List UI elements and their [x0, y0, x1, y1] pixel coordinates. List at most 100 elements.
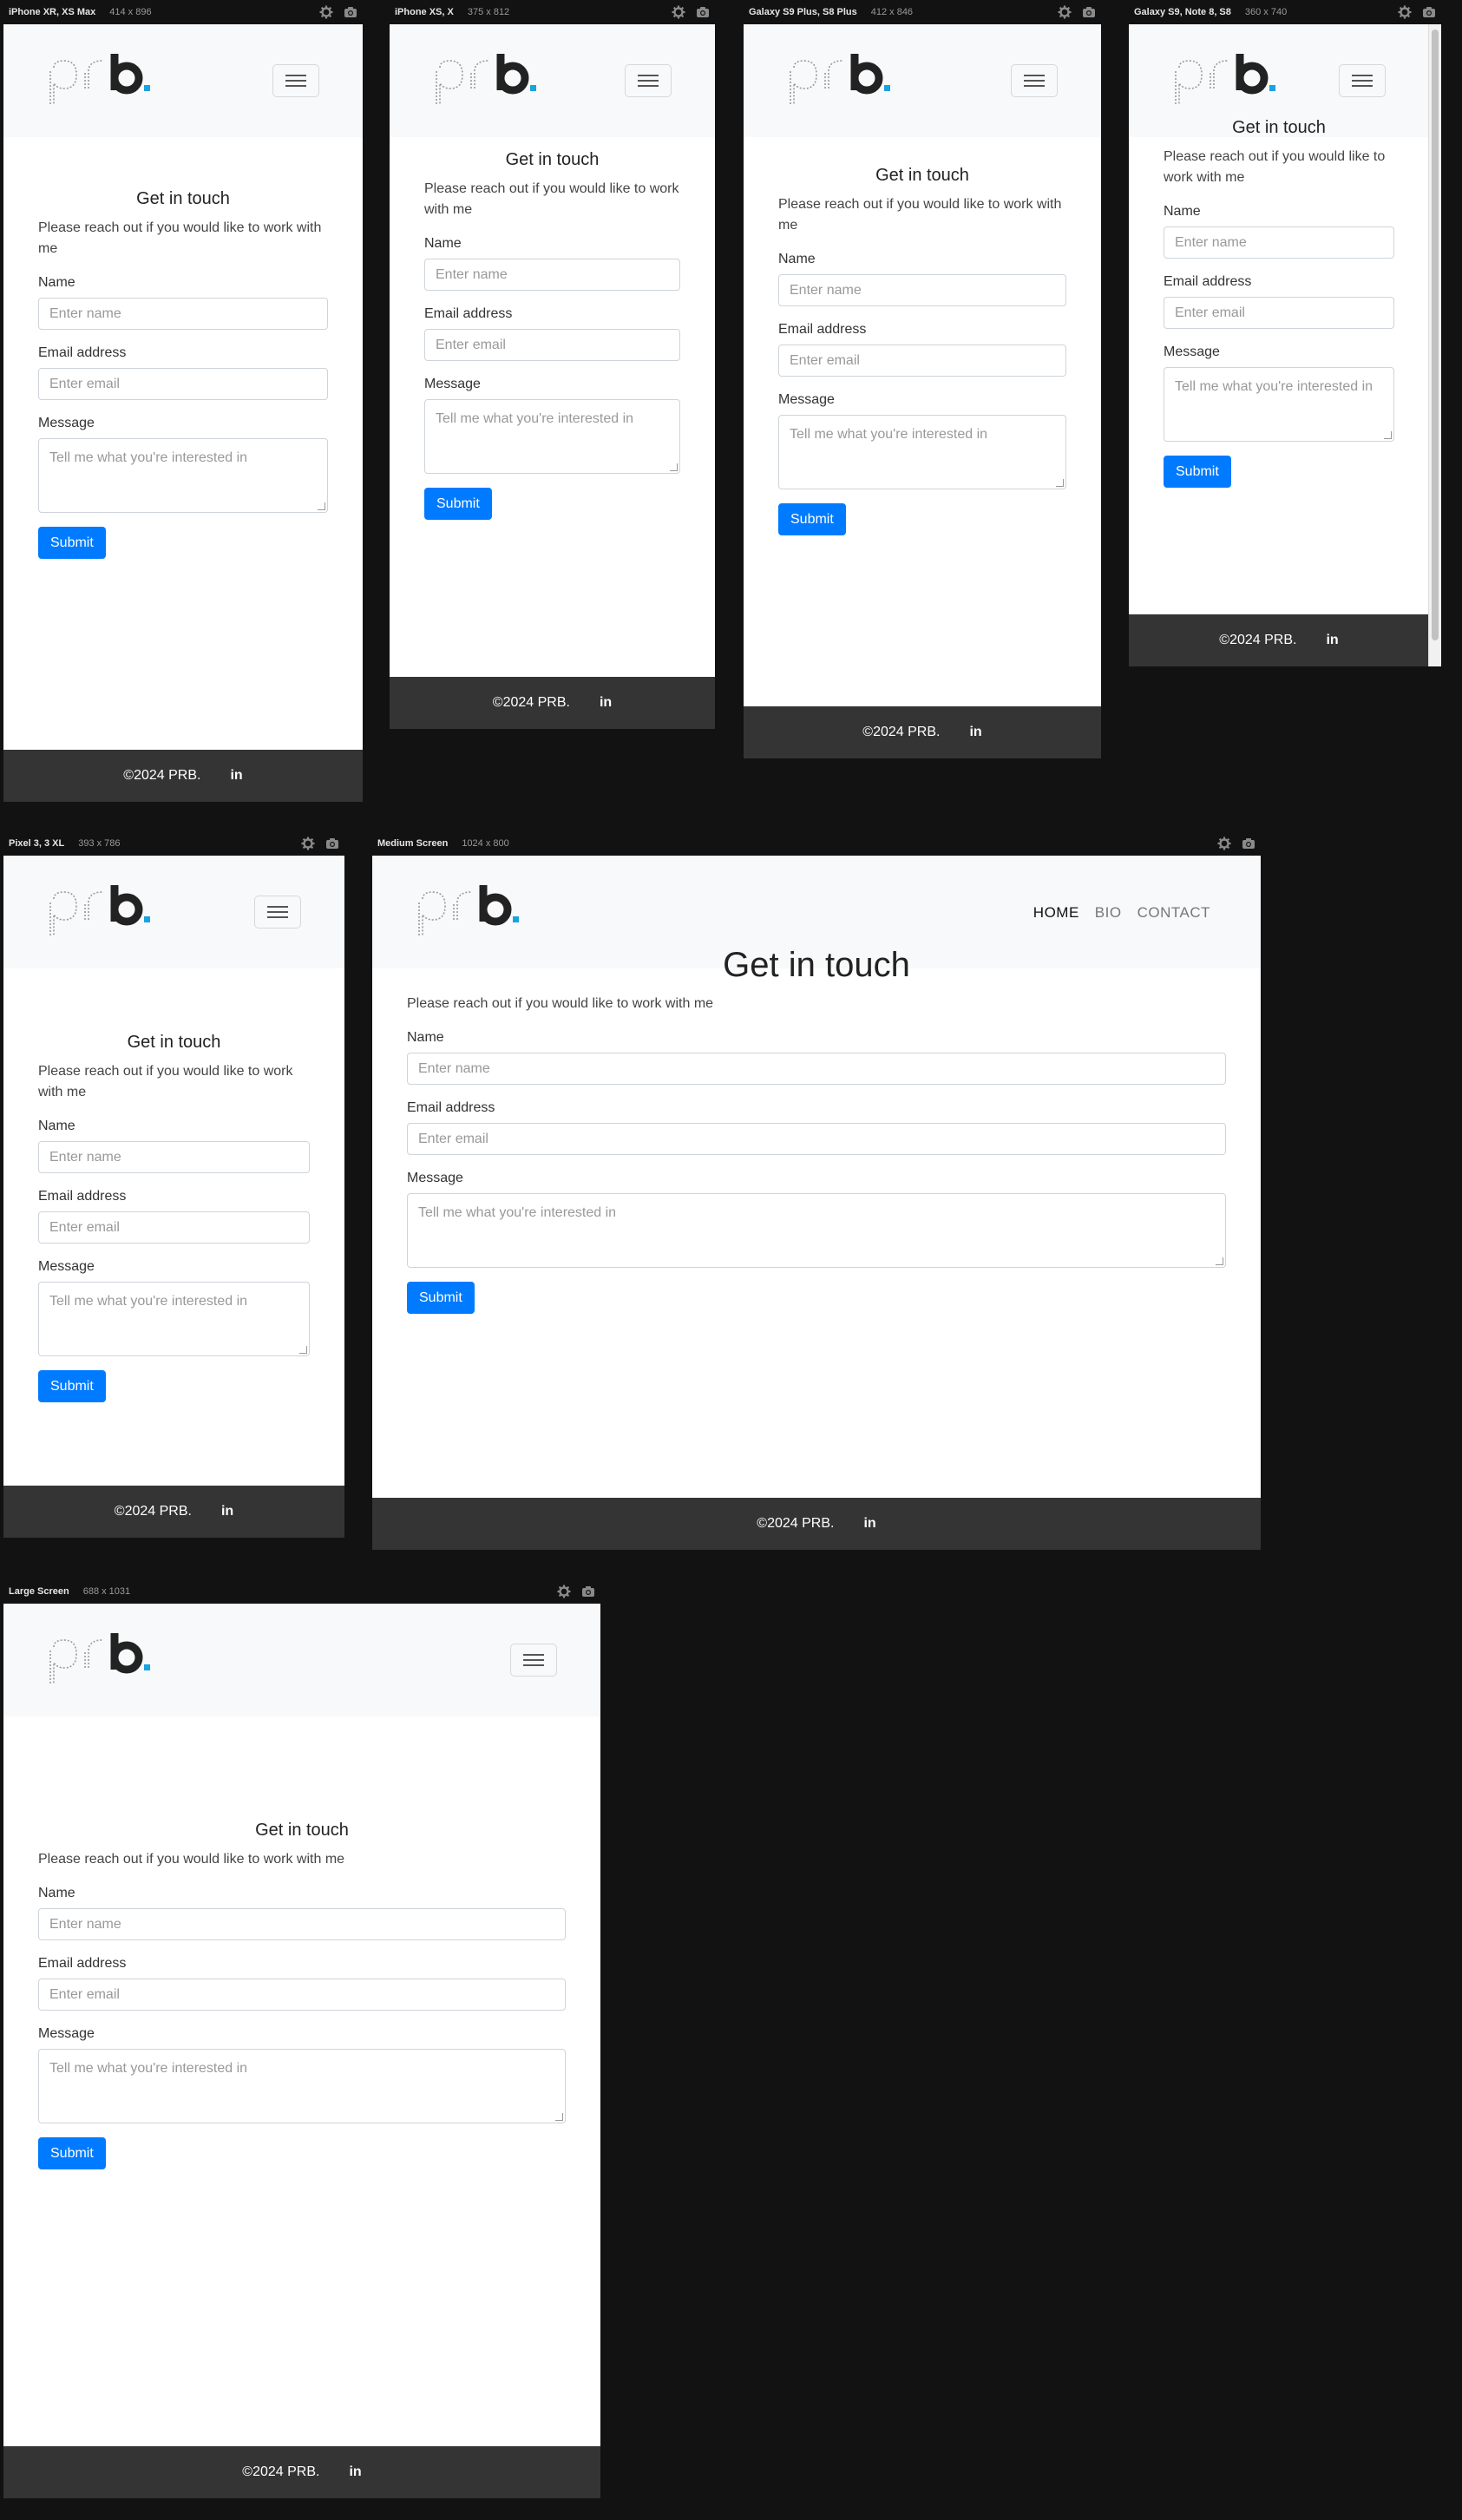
email-input[interactable]: Enter email: [407, 1123, 1226, 1155]
resize-handle[interactable]: [299, 1346, 307, 1354]
gear-icon[interactable]: [1058, 5, 1072, 19]
hamburger-icon[interactable]: [625, 64, 672, 97]
email-input[interactable]: Enter email: [38, 1211, 310, 1244]
name-input[interactable]: Enter name: [38, 1141, 310, 1173]
scrollbar[interactable]: [1428, 24, 1441, 666]
hamburger-icon[interactable]: [1011, 64, 1058, 97]
page-subtitle: Please reach out if you would like to wo…: [778, 197, 1062, 233]
camera-icon[interactable]: [1082, 5, 1096, 19]
resize-handle[interactable]: [318, 502, 325, 510]
gear-icon[interactable]: [557, 1585, 571, 1598]
gear-icon[interactable]: [319, 5, 333, 19]
email-input[interactable]: Enter email: [38, 368, 328, 400]
scrollbar-thumb[interactable]: [1432, 30, 1439, 640]
message-textarea[interactable]: Tell me what you're interested in: [407, 1193, 1226, 1268]
name-label: Name: [38, 275, 75, 290]
footer: ©2024 PRB. in: [3, 2446, 600, 2498]
resize-handle[interactable]: [1216, 1257, 1223, 1265]
navbar: [3, 856, 344, 968]
copyright-text: ©2024 PRB.: [1219, 633, 1297, 647]
device-frame: iPhone XS, X 375 x 812 Get in touch Please …: [390, 0, 715, 729]
linkedin-icon[interactable]: in: [349, 2464, 361, 2480]
message-textarea[interactable]: Tell me what you're interested in: [38, 1282, 310, 1356]
email-input[interactable]: Enter email: [1164, 297, 1394, 329]
linkedin-icon[interactable]: in: [863, 1516, 875, 1532]
copyright-text: ©2024 PRB.: [862, 725, 941, 739]
name-input[interactable]: Enter name: [38, 1908, 566, 1940]
submit-button[interactable]: Submit: [424, 488, 492, 520]
message-placeholder: Tell me what you're interested in: [49, 1294, 248, 1309]
email-input[interactable]: Enter email: [778, 345, 1066, 377]
message-label: Message: [38, 416, 95, 430]
email-label: Email address: [1164, 274, 1252, 289]
message-textarea[interactable]: Tell me what you're interested in: [38, 438, 328, 513]
camera-icon[interactable]: [1422, 5, 1436, 19]
linkedin-icon[interactable]: in: [1326, 633, 1338, 648]
device-header: iPhone XR, XS Max 414 x 896: [3, 0, 363, 24]
message-placeholder: Tell me what you're interested in: [49, 450, 248, 465]
device-frame: Galaxy S9 Plus, S8 Plus 412 x 846 Get in t…: [744, 0, 1101, 758]
name-input[interactable]: Enter name: [38, 298, 328, 330]
nav-home[interactable]: HOME: [1033, 904, 1079, 922]
message-textarea[interactable]: Tell me what you're interested in: [778, 415, 1066, 489]
device-name: Galaxy S9, Note 8, S8: [1134, 7, 1231, 17]
message-textarea[interactable]: Tell me what you're interested in: [1164, 367, 1394, 442]
footer: ©2024 PRB. in: [744, 706, 1101, 758]
linkedin-icon[interactable]: in: [600, 695, 612, 711]
camera-icon[interactable]: [1242, 837, 1255, 850]
camera-icon[interactable]: [344, 5, 357, 19]
resize-handle[interactable]: [1056, 479, 1064, 487]
email-input[interactable]: Enter email: [38, 1979, 566, 2011]
linkedin-icon[interactable]: in: [969, 725, 981, 740]
submit-button[interactable]: Submit: [407, 1282, 475, 1314]
submit-button[interactable]: Submit: [38, 527, 106, 559]
device-header: Galaxy S9 Plus, S8 Plus 412 x 846: [744, 0, 1101, 24]
message-label: Message: [778, 392, 835, 407]
email-label: Email address: [38, 1956, 127, 1971]
footer: ©2024 PRB. in: [372, 1498, 1261, 1550]
hamburger-icon[interactable]: [510, 1644, 557, 1677]
camera-icon[interactable]: [696, 5, 710, 19]
nav-contact[interactable]: CONTACT: [1137, 904, 1210, 922]
contact-form: Get in touch Please reach out if you woul…: [778, 166, 1066, 535]
message-textarea[interactable]: Tell me what you're interested in: [38, 2049, 566, 2123]
gear-icon[interactable]: [1398, 5, 1412, 19]
gear-icon[interactable]: [301, 837, 315, 850]
submit-button[interactable]: Submit: [1164, 456, 1231, 488]
camera-icon[interactable]: [581, 1585, 595, 1598]
resize-handle[interactable]: [1384, 431, 1392, 439]
logo: [49, 1633, 150, 1685]
camera-icon[interactable]: [325, 837, 339, 850]
resize-handle[interactable]: [555, 2113, 563, 2121]
name-input[interactable]: Enter name: [778, 274, 1066, 306]
page-subtitle: Please reach out if you would like to wo…: [38, 220, 322, 256]
gear-icon[interactable]: [1217, 837, 1231, 850]
message-textarea[interactable]: Tell me what you're interested in: [424, 399, 680, 474]
name-input[interactable]: Enter name: [424, 259, 680, 291]
submit-button[interactable]: Submit: [38, 1370, 106, 1402]
message-label: Message: [38, 1259, 95, 1274]
logo: [418, 885, 519, 937]
email-input[interactable]: Enter email: [424, 329, 680, 361]
hamburger-icon[interactable]: [272, 64, 319, 97]
name-input[interactable]: Enter name: [407, 1053, 1226, 1085]
name-label: Name: [424, 236, 462, 251]
linkedin-icon[interactable]: in: [221, 1504, 233, 1519]
linkedin-icon[interactable]: in: [230, 768, 242, 784]
submit-button[interactable]: Submit: [38, 2137, 106, 2169]
submit-button[interactable]: Submit: [778, 503, 846, 535]
name-input[interactable]: Enter name: [1164, 226, 1394, 259]
gear-icon[interactable]: [672, 5, 685, 19]
page-subtitle: Please reach out if you would like to wo…: [407, 996, 714, 1011]
hamburger-icon[interactable]: [254, 896, 301, 929]
copyright-text: ©2024 PRB.: [123, 768, 201, 783]
page-title: Get in touch: [1232, 118, 1326, 137]
hamburger-icon[interactable]: [1339, 64, 1386, 97]
contact-form: Get in touch Please reach out if you woul…: [407, 946, 1226, 1314]
nav-bio[interactable]: BIO: [1095, 904, 1122, 922]
logo: [1175, 54, 1275, 106]
contact-form: Get in touch Please reach out if you woul…: [38, 1821, 566, 2169]
name-label: Name: [1164, 204, 1201, 219]
name-label: Name: [778, 252, 816, 266]
resize-handle[interactable]: [670, 463, 678, 471]
